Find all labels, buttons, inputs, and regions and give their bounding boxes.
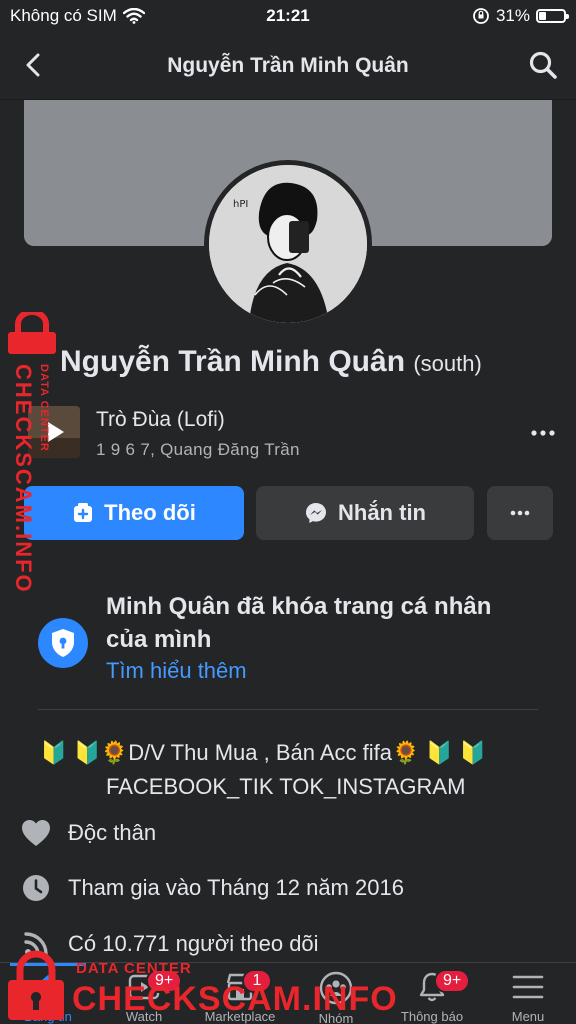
avatar-image: hPI bbox=[209, 165, 367, 323]
follow-label: Theo dõi bbox=[104, 500, 196, 525]
tab-label: Bảng tin bbox=[24, 1009, 72, 1024]
wifi-icon bbox=[122, 8, 145, 24]
notifications-badge: 9+ bbox=[434, 969, 471, 993]
joined-text: Tham gia vào Tháng 12 năm 2016 bbox=[68, 875, 404, 900]
menu-icon bbox=[510, 971, 546, 1003]
intro-relationship: Độc thân bbox=[20, 815, 560, 851]
tab-label: Thông báo bbox=[400, 1009, 464, 1024]
divider bbox=[38, 709, 538, 710]
watermark-side-text: CHECKSCAM.INFO bbox=[11, 364, 36, 594]
profile-avatar[interactable]: hPI bbox=[204, 160, 372, 328]
music-artist: 1 9 6 7, Quang Đăng Trần bbox=[96, 440, 300, 459]
music-title: Trò Đùa (Lofi) bbox=[96, 408, 225, 431]
intro-followers: Có 10.771 người theo dõi bbox=[20, 926, 560, 962]
watermark-lock-icon bbox=[8, 309, 56, 354]
play-icon bbox=[28, 406, 80, 458]
locked-message: Minh Quân đã khóa trang cá nhân của mình bbox=[106, 593, 492, 653]
tab-label: Nhóm bbox=[318, 1011, 354, 1024]
search-button[interactable] bbox=[528, 50, 558, 80]
battery-fill bbox=[539, 12, 547, 20]
home-icon bbox=[30, 971, 66, 1003]
tab-notifications[interactable]: 9+ Thông báo bbox=[384, 963, 480, 1024]
page-title: Nguyễn Trần Minh Quân bbox=[167, 53, 409, 77]
messenger-icon bbox=[306, 503, 326, 523]
tab-label: Watch bbox=[125, 1009, 163, 1024]
battery-icon bbox=[536, 9, 569, 23]
groups-icon bbox=[318, 971, 354, 1005]
intro-joined: Tham gia vào Tháng 12 năm 2016 bbox=[20, 870, 560, 906]
status-bar: Không có SIM 21:21 31% bbox=[0, 0, 576, 32]
profile-alternate-name: (south) bbox=[413, 351, 482, 376]
tab-watch[interactable]: 9+ Watch bbox=[96, 963, 192, 1024]
search-icon bbox=[529, 51, 557, 79]
clock-icon bbox=[20, 872, 52, 904]
tab-marketplace[interactable]: 1 Marketplace bbox=[192, 963, 288, 1024]
tab-label: Marketplace bbox=[204, 1009, 276, 1024]
tab-menu[interactable]: Menu bbox=[480, 963, 576, 1024]
svg-text:hPI: hPI bbox=[233, 199, 248, 210]
back-button[interactable] bbox=[18, 50, 48, 80]
profile-name: Nguyễn Trần Minh Quân (south) bbox=[60, 345, 560, 379]
orientation-lock-icon bbox=[473, 8, 489, 24]
followers-text: Có 10.771 người theo dõi bbox=[68, 931, 319, 956]
status-right: 31% bbox=[472, 6, 569, 26]
carrier-label: Không có SIM bbox=[10, 6, 117, 25]
bio-line-1: 🔰 🔰🌻D/V Thu Mua , Bán Acc fifa🌻 🔰 🔰 bbox=[40, 740, 487, 765]
more-horizontal-icon bbox=[510, 510, 530, 516]
tab-groups[interactable]: Nhóm bbox=[288, 963, 384, 1024]
relationship-text: Độc thân bbox=[68, 820, 157, 845]
status-left: Không có SIM bbox=[10, 6, 145, 26]
bio-line-2: FACEBOOK_TIK TOK_INSTAGRAM bbox=[106, 774, 466, 799]
follow-icon bbox=[74, 503, 93, 522]
more-horizontal-icon bbox=[531, 430, 555, 436]
chevron-left-icon bbox=[26, 53, 40, 77]
nav-bar: Nguyễn Trần Minh Quân bbox=[0, 32, 576, 100]
more-actions-button[interactable] bbox=[487, 486, 553, 540]
follow-button[interactable]: Theo dõi bbox=[24, 486, 244, 540]
marketplace-badge: 1 bbox=[242, 969, 272, 993]
battery-percent: 31% bbox=[495, 6, 530, 25]
heart-icon bbox=[20, 817, 52, 849]
tab-label: Menu bbox=[511, 1009, 545, 1024]
rss-feed-icon bbox=[20, 928, 52, 960]
profile-name-text: Nguyễn Trần Minh Quân bbox=[60, 345, 406, 378]
watch-badge: 9+ bbox=[146, 969, 183, 993]
profile-music[interactable]: Trò Đùa (Lofi) 1 9 6 7, Quang Đăng Trần bbox=[28, 404, 558, 466]
message-button[interactable]: Nhắn tin bbox=[256, 486, 474, 540]
music-thumbnail[interactable] bbox=[28, 406, 80, 458]
learn-more-link[interactable]: Tìm hiểu thêm bbox=[106, 658, 247, 684]
bottom-tab-bar: Bảng tin 9+ Watch 1 Marketplace Nhóm 9+ … bbox=[0, 962, 576, 1024]
music-more-button[interactable] bbox=[528, 418, 558, 448]
profile-bio: 🔰 🔰🌻D/V Thu Mua , Bán Acc fifa🌻 🔰 🔰 FACE… bbox=[40, 736, 540, 804]
profile-lock-shield-icon bbox=[38, 618, 88, 668]
avatar-illustration: hPI bbox=[209, 165, 367, 323]
tab-home[interactable]: Bảng tin bbox=[0, 963, 96, 1024]
message-label: Nhắn tin bbox=[338, 500, 426, 525]
